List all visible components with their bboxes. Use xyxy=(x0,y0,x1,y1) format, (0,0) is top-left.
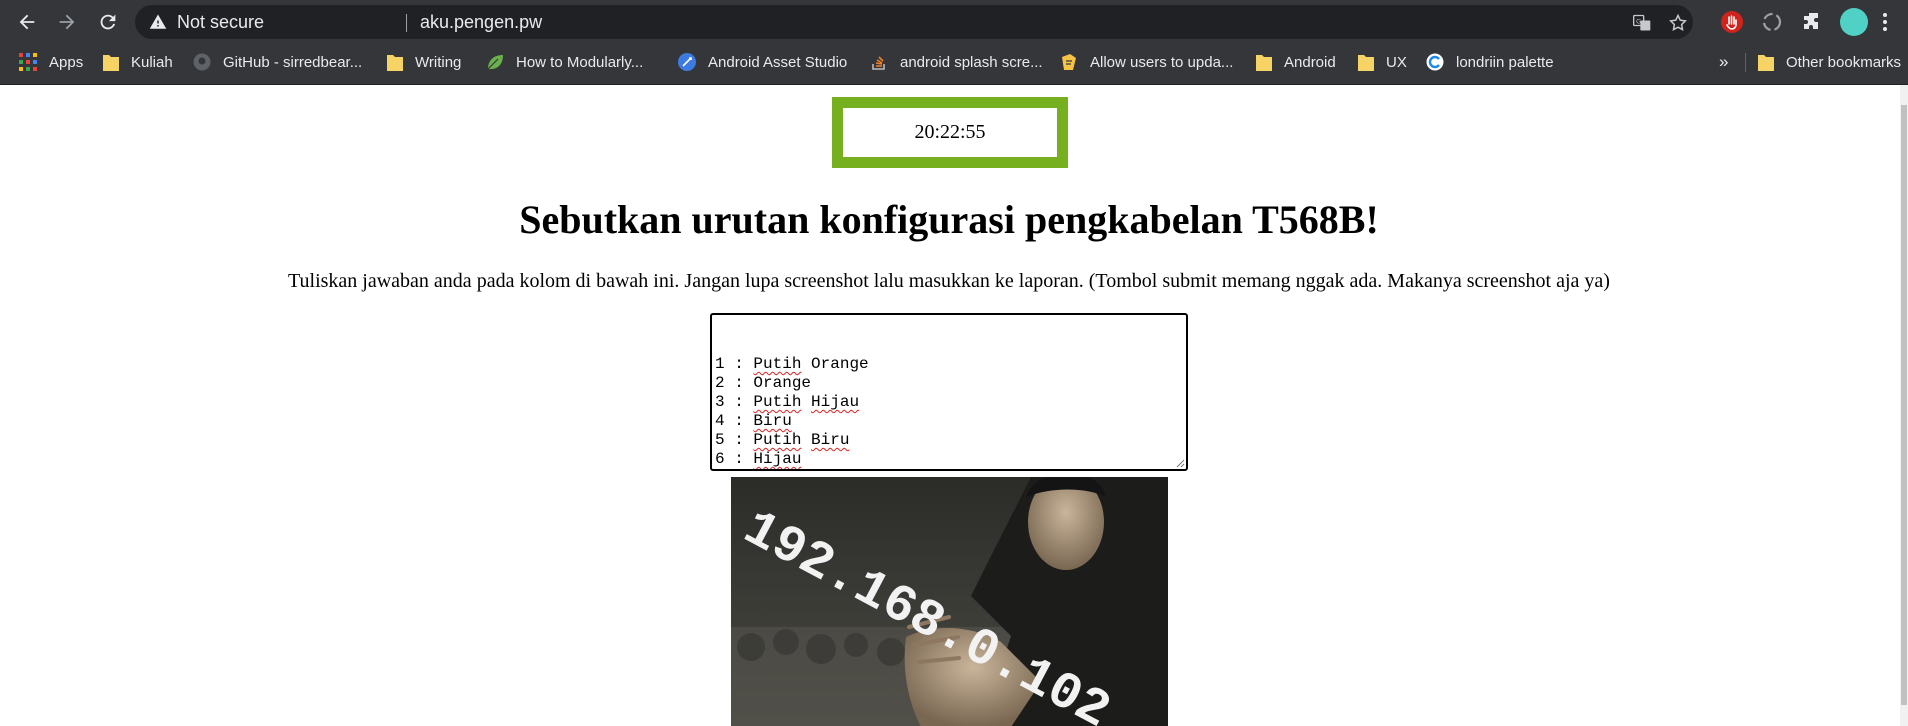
adblock-extension-icon[interactable] xyxy=(1720,10,1744,34)
folder-icon xyxy=(103,54,119,71)
answer-word xyxy=(801,431,811,449)
overflow-chevron-icon: » xyxy=(1719,52,1729,71)
answer-word: Putih xyxy=(753,393,802,411)
back-button[interactable] xyxy=(13,8,41,36)
answer-line-number: 5 : xyxy=(715,431,754,449)
resize-grip-icon[interactable] xyxy=(1175,458,1185,468)
bookmark-asset-studio[interactable]: Android Asset Studio xyxy=(678,44,847,80)
folder-icon xyxy=(1358,54,1374,71)
translate-icon[interactable]: G xyxy=(1632,13,1652,33)
bookmark-label: How to Modularly... xyxy=(516,53,644,71)
bookmark-modularly[interactable]: How to Modularly... xyxy=(486,44,643,80)
bookmark-label: Apps xyxy=(49,53,84,71)
answer-word: Putih xyxy=(753,469,801,471)
menu-icon[interactable] xyxy=(1882,12,1888,32)
bookmark-label: GitHub - sirredbear... xyxy=(223,53,363,71)
bookmarks-bar: Apps Kuliah GitHub - sirredbear... Writi… xyxy=(0,44,1908,85)
instruction-text: Tuliskan jawaban anda pada kolom di bawa… xyxy=(288,270,1610,292)
page-scrollbar[interactable] xyxy=(1900,85,1908,726)
bookmark-label: Android xyxy=(1284,53,1336,71)
bookmark-apps[interactable]: Apps xyxy=(19,44,83,80)
palette-icon xyxy=(1426,53,1444,71)
leaf-icon xyxy=(487,55,503,70)
answer-word xyxy=(801,393,811,411)
answer-line: 2 : Orange xyxy=(715,374,1183,393)
page-icon xyxy=(1062,54,1076,70)
bookmarks-divider xyxy=(1745,53,1746,72)
meme-illustration: 192.168.0.102 xyxy=(731,477,1168,726)
folder-icon xyxy=(1256,54,1272,71)
scrollbar-thumb[interactable] xyxy=(1901,105,1907,705)
github-icon xyxy=(193,53,211,71)
answer-line: 1 : Putih Orange xyxy=(715,355,1183,374)
profile-avatar[interactable] xyxy=(1840,8,1868,36)
reload-icon xyxy=(100,14,116,30)
sync-extension-icon[interactable] xyxy=(1760,10,1784,34)
bookmark-other-bookmarks[interactable]: Other bookmarks xyxy=(1758,44,1901,80)
apps-grid-icon xyxy=(19,53,37,71)
answer-word xyxy=(801,355,811,373)
answer-textarea[interactable]: 1 : Putih Orange 2 : Orange 3 : Putih Hija… xyxy=(710,313,1188,471)
answer-line-number: 2 : xyxy=(715,374,754,392)
address-bar[interactable]: Not secure aku.pengen.pw G xyxy=(135,5,1693,39)
bookmark-label: android splash scre... xyxy=(900,53,1043,71)
meme-image: 192.168.0.102 xyxy=(731,477,1168,726)
omnibox-separator xyxy=(406,14,407,32)
bookmarks-overflow-button[interactable]: » xyxy=(1719,44,1728,80)
asset-studio-icon xyxy=(678,53,696,71)
bookmark-label: Kuliah xyxy=(131,53,173,71)
answer-line: 7 : Putih Coklat xyxy=(715,469,1183,471)
forward-icon xyxy=(59,14,75,30)
folder-icon xyxy=(387,54,403,71)
star-icon[interactable] xyxy=(1668,13,1688,33)
answer-word: Biru xyxy=(811,431,850,449)
answer-line: 6 : Hijau xyxy=(715,450,1183,469)
answer-word: Hijau xyxy=(811,393,860,411)
clock-box: 20:22:55 xyxy=(832,97,1068,168)
answer-word: Hijau xyxy=(753,450,802,468)
answer-word: Putih xyxy=(753,355,802,373)
bookmark-github[interactable]: GitHub - sirredbear... xyxy=(193,44,362,80)
forward-button[interactable] xyxy=(53,8,81,36)
bookmark-label: UX xyxy=(1386,53,1407,71)
answer-line-number: 7 : xyxy=(715,469,753,471)
clock-time: 20:22:55 xyxy=(914,121,986,143)
svg-text:G: G xyxy=(1636,18,1641,25)
answer-line: 3 : Putih Hijau xyxy=(715,393,1183,412)
answer-line-number: 1 : xyxy=(715,355,754,373)
answer-line-number: 4 : xyxy=(715,412,754,430)
extensions-icon[interactable] xyxy=(1800,10,1824,34)
answer-word: Biru xyxy=(753,412,792,430)
bookmark-writing[interactable]: Writing xyxy=(387,44,461,80)
answer-line-number: 6 : xyxy=(715,450,754,468)
answer-line: 4 : Biru xyxy=(715,412,1183,431)
stackoverflow-icon xyxy=(872,56,885,70)
answer-line: 5 : Putih Biru xyxy=(715,431,1183,450)
bookmark-ux[interactable]: UX xyxy=(1358,44,1407,80)
bookmark-kuliah[interactable]: Kuliah xyxy=(103,44,173,80)
bookmark-allow-users[interactable]: Allow users to upda... xyxy=(1060,44,1233,80)
bookmark-label: Android Asset Studio xyxy=(708,53,848,71)
reload-button[interactable] xyxy=(94,8,122,36)
url-text[interactable]: aku.pengen.pw xyxy=(420,12,542,33)
bookmark-label: Other bookmarks xyxy=(1786,53,1902,71)
answer-word: Coklat xyxy=(811,469,869,471)
answer-word: Putih xyxy=(753,431,802,449)
bookmark-label: Allow users to upda... xyxy=(1090,53,1234,71)
answer-line-number: 3 : xyxy=(715,393,754,411)
bookmark-label: londriin palette xyxy=(1456,53,1554,71)
folder-icon xyxy=(1758,54,1774,71)
bookmark-android[interactable]: Android xyxy=(1256,44,1336,80)
answer-word: Orange xyxy=(753,374,812,392)
answer-word xyxy=(801,469,811,471)
bookmark-android-splash[interactable]: android splash scre... xyxy=(870,44,1043,80)
bookmark-label: Writing xyxy=(415,53,462,71)
back-icon xyxy=(19,14,35,30)
browser-toolbar: Not secure aku.pengen.pw G xyxy=(0,0,1908,44)
security-label[interactable]: Not secure xyxy=(177,12,264,33)
answer-word: Orange xyxy=(811,355,869,373)
page-title: Sebutkan urutan konfigurasi pengkabelan … xyxy=(519,197,1379,242)
bookmark-londriin-palette[interactable]: londriin palette xyxy=(1426,44,1554,80)
warning-icon xyxy=(149,14,167,29)
